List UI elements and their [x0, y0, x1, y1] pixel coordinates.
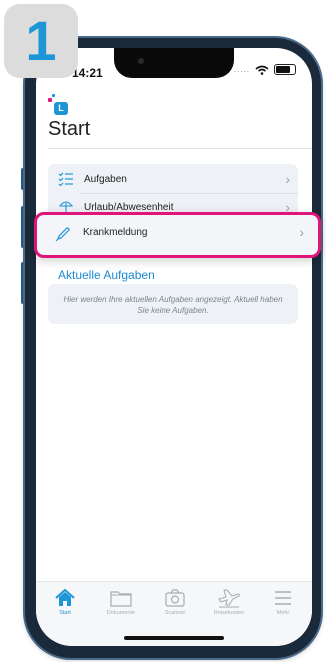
- thermometer-icon: [55, 227, 70, 242]
- menu-lines-icon: [275, 591, 291, 605]
- tab-mehr[interactable]: Mehr: [260, 588, 306, 622]
- wifi-icon: [255, 65, 269, 75]
- menu-item-label: Urlaub/Abwesenheit: [84, 201, 174, 213]
- camera-icon: [165, 589, 185, 607]
- home-indicator: [124, 636, 224, 640]
- folder-icon: [110, 591, 132, 607]
- tab-start[interactable]: Start: [42, 588, 88, 622]
- status-indicators: .....: [234, 64, 296, 75]
- tab-dokumente[interactable]: Dokumente: [98, 588, 144, 622]
- menu-item-label: Krankmeldung: [83, 227, 148, 238]
- home-icon: [55, 588, 75, 606]
- page-title: Start: [48, 118, 91, 140]
- tab-scanner[interactable]: Scanner: [152, 588, 198, 622]
- title-divider: [48, 148, 312, 149]
- tab-label: Dokumente: [106, 610, 136, 616]
- front-camera: [138, 58, 144, 64]
- tab-label: Mehr: [276, 610, 290, 616]
- section-title-tasks: Aktuelle Aufgaben: [58, 268, 155, 282]
- step-number: 1: [25, 9, 57, 72]
- battery-icon: [274, 64, 296, 75]
- phone-screen: 14:21 ..... L Start Aufgaben › Urlaub/Ab…: [36, 48, 312, 646]
- empty-tasks-message: Hier werden Ihre aktuellen Aufgaben ange…: [63, 295, 283, 315]
- app-logo-letter: L: [54, 102, 68, 115]
- tab-reisekosten[interactable]: Reisekosten: [206, 588, 252, 622]
- step-number-badge: 1: [4, 4, 78, 78]
- tasks-empty-card: Hier werden Ihre aktuellen Aufgaben ange…: [48, 284, 298, 324]
- list-check-icon: [58, 172, 73, 186]
- notch: [114, 48, 234, 78]
- tab-label: Scanner: [164, 610, 186, 616]
- chevron-right-icon: ›: [299, 224, 304, 240]
- chevron-right-icon: ›: [285, 171, 290, 187]
- signal-dots: .....: [233, 65, 250, 74]
- menu-item-aufgaben[interactable]: Aufgaben ›: [48, 166, 298, 192]
- tab-label: Start: [59, 610, 71, 616]
- menu-item-label: Aufgaben: [84, 173, 127, 185]
- app-logo: L: [48, 94, 70, 116]
- bottom-tab-bar: Start Dokumente Scanner Reisekosten Mehr: [36, 581, 312, 646]
- menu-item-krankmeldung[interactable]: Krankmeldung ›: [34, 212, 321, 258]
- tab-label: Reisekosten: [213, 610, 245, 616]
- airplane-icon: [218, 589, 240, 608]
